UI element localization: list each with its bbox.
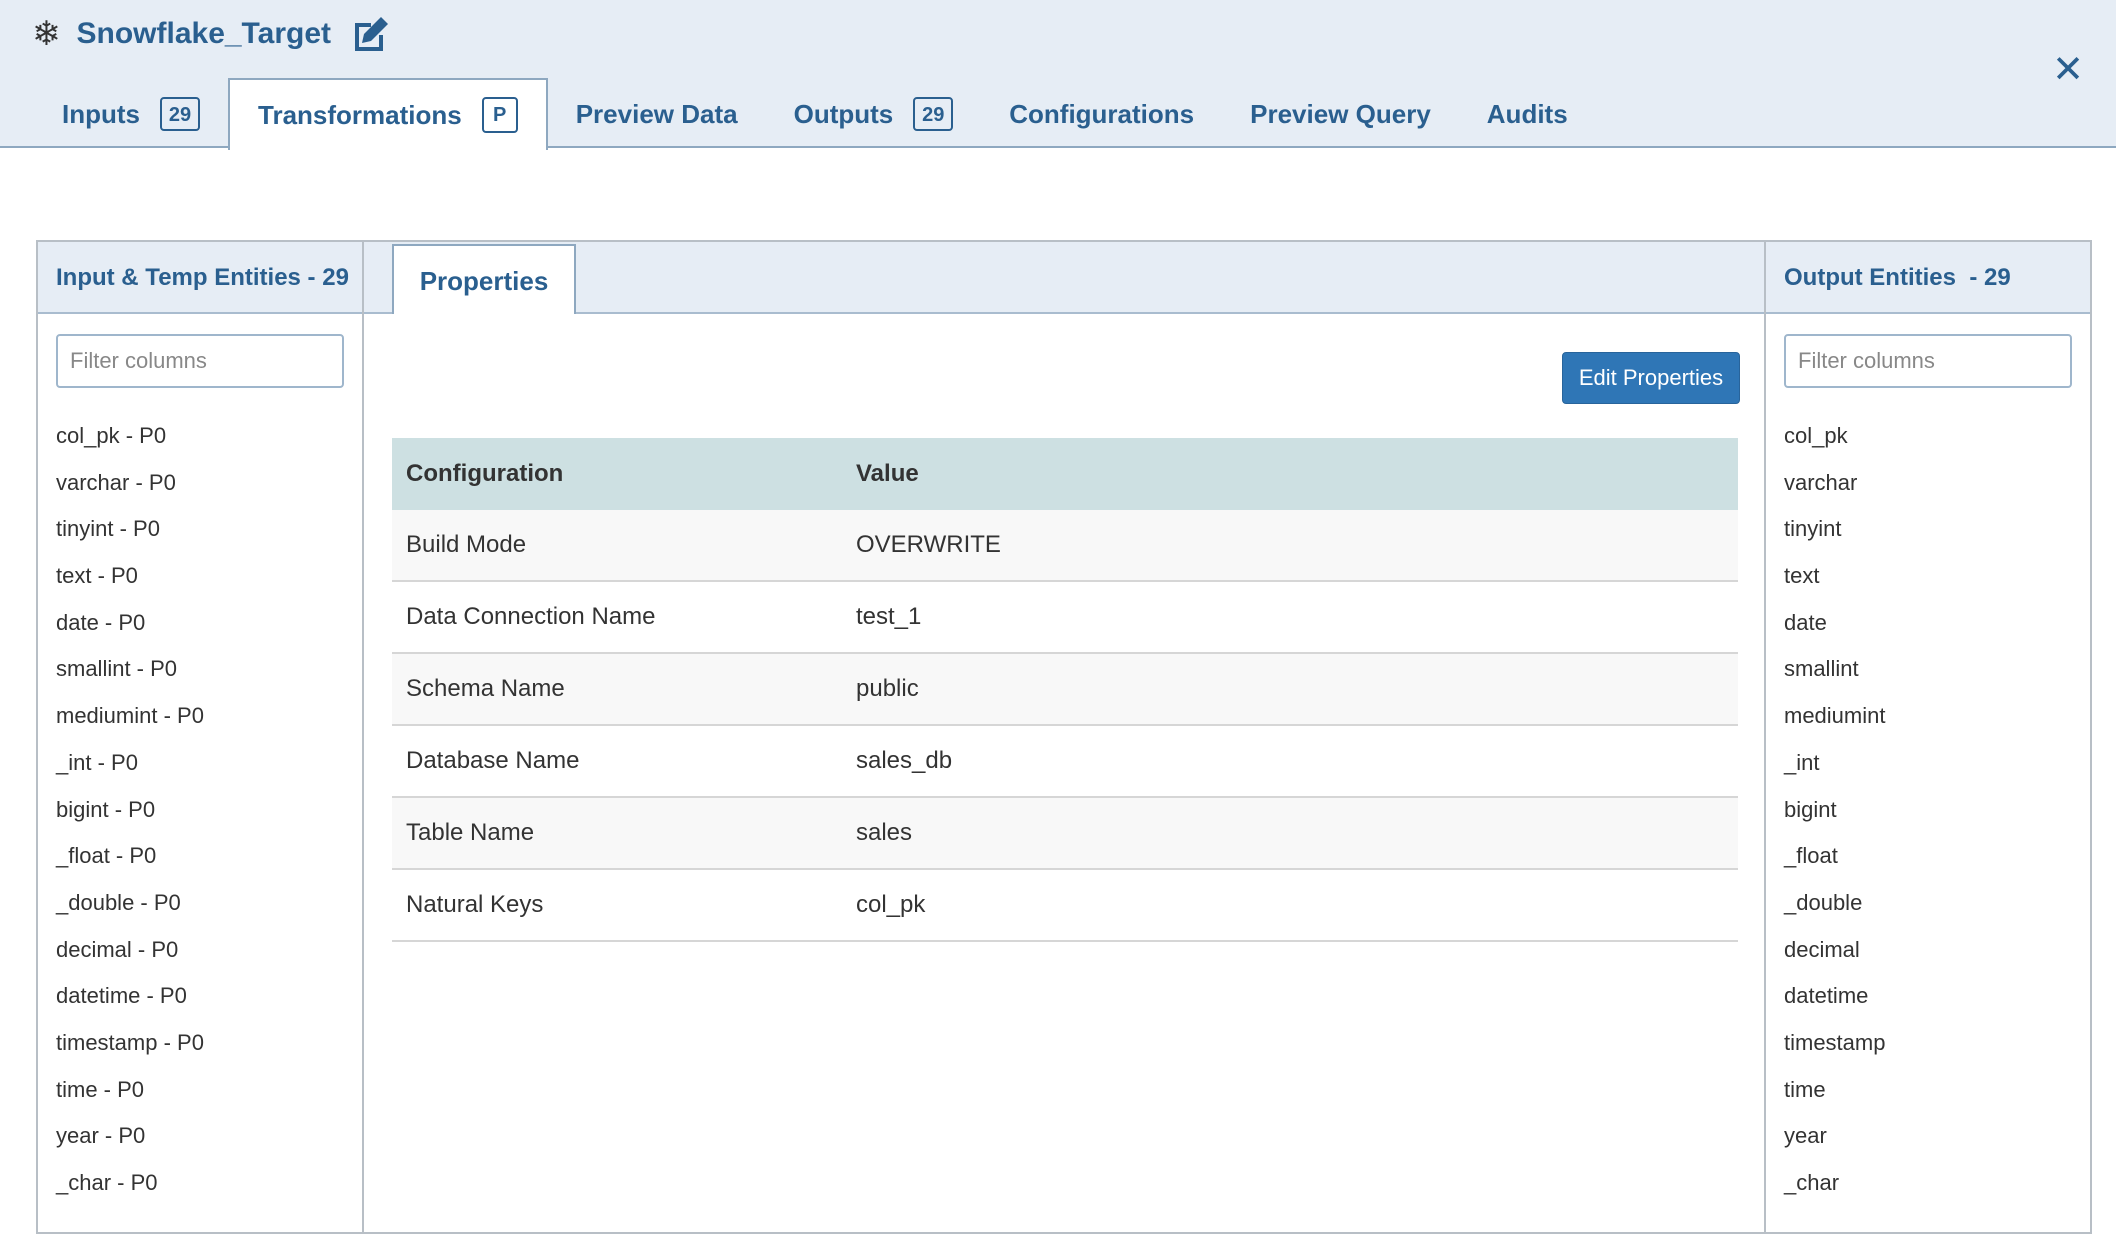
list-item[interactable]: timestamp - P0 — [56, 1029, 204, 1076]
list-item[interactable]: _double — [1784, 889, 1885, 936]
list-item[interactable]: col_pk - P0 — [56, 422, 204, 469]
config-name: Schema Name — [392, 653, 842, 726]
config-value: col_pk — [842, 869, 1738, 942]
panel-header: Properties — [364, 242, 1766, 314]
tab-outputs[interactable]: Outputs 29 — [766, 80, 982, 148]
config-value: test_1 — [842, 581, 1738, 654]
input-column-list: col_pk - P0 varchar - P0 tinyint - P0 te… — [56, 422, 204, 1216]
page-title: Snowflake_Target — [76, 17, 332, 50]
edit-icon[interactable] — [351, 15, 391, 53]
tab-preview-data[interactable]: Preview Data — [548, 80, 766, 148]
table-header-row: Configuration Value — [392, 438, 1738, 510]
output-column-list: col_pk varchar tinyint text date smallin… — [1784, 422, 1885, 1216]
list-item[interactable]: _float - P0 — [56, 842, 204, 889]
status-badge: P — [481, 97, 518, 133]
header: ❄ Snowflake_Target ✕ Inputs 29 Transform… — [0, 0, 2116, 150]
count-badge: 29 — [160, 97, 200, 131]
count-badge: 29 — [913, 97, 954, 131]
config-value: OVERWRITE — [842, 510, 1738, 582]
input-filter-field[interactable] — [56, 334, 344, 388]
list-item[interactable]: time — [1784, 1076, 1885, 1123]
list-item[interactable]: varchar - P0 — [56, 469, 204, 516]
list-item[interactable]: col_pk — [1784, 422, 1885, 469]
config-name: Data Connection Name — [392, 581, 842, 654]
tab-label: Inputs — [62, 98, 140, 129]
list-item[interactable]: date — [1784, 609, 1885, 656]
tab-label: Transformations — [258, 99, 462, 130]
config-name: Build Mode — [392, 510, 842, 582]
panel-header: Output Entities - 29 — [1766, 242, 2090, 314]
output-filter-field[interactable] — [1784, 334, 2072, 388]
list-item[interactable]: _int - P0 — [56, 749, 204, 796]
tab-label: Audits — [1486, 98, 1568, 129]
tab-preview-query[interactable]: Preview Query — [1222, 80, 1459, 148]
list-item[interactable]: _int — [1784, 749, 1885, 796]
config-value: public — [842, 653, 1738, 726]
list-item[interactable]: tinyint — [1784, 515, 1885, 562]
list-item[interactable]: mediumint - P0 — [56, 702, 204, 749]
list-item[interactable]: time - P0 — [56, 1076, 204, 1123]
panel-title: Output Entities - 29 — [1784, 264, 2011, 291]
properties-panel: Properties Edit Properties Configuration… — [364, 242, 1766, 1232]
list-item[interactable]: mediumint — [1784, 702, 1885, 749]
list-item[interactable]: decimal — [1784, 936, 1885, 983]
table-row: Schema Name public — [392, 653, 1738, 726]
list-item[interactable]: decimal - P0 — [56, 936, 204, 983]
workspace: Input & Temp Entities - 29 col_pk - P0 v… — [36, 240, 2092, 1234]
column-header-value: Value — [842, 438, 1738, 510]
list-item[interactable]: year — [1784, 1122, 1885, 1169]
list-item[interactable]: smallint — [1784, 655, 1885, 702]
tab-audits[interactable]: Audits — [1459, 80, 1596, 148]
table-row: Table Name sales — [392, 797, 1738, 870]
config-value: sales — [842, 797, 1738, 870]
list-item[interactable]: date - P0 — [56, 609, 204, 656]
close-icon[interactable]: ✕ — [2048, 50, 2088, 90]
config-name: Natural Keys — [392, 869, 842, 942]
list-item[interactable]: bigint - P0 — [56, 796, 204, 843]
list-item[interactable]: bigint — [1784, 796, 1885, 843]
list-item[interactable]: text - P0 — [56, 562, 204, 609]
config-value: sales_db — [842, 725, 1738, 798]
input-entities-panel: Input & Temp Entities - 29 col_pk - P0 v… — [38, 242, 364, 1232]
panel-title: Input & Temp Entities - 29 — [56, 264, 349, 291]
list-item[interactable]: year - P0 — [56, 1122, 204, 1169]
list-item[interactable]: datetime — [1784, 982, 1885, 1029]
list-item[interactable]: varchar — [1784, 469, 1885, 516]
output-entities-panel: Output Entities - 29 col_pk varchar tiny… — [1764, 242, 2090, 1232]
tab-label: Preview Data — [575, 98, 738, 129]
tab-transformations[interactable]: Transformations P — [228, 78, 548, 150]
list-item[interactable]: timestamp — [1784, 1029, 1885, 1076]
list-item[interactable]: _char - P0 — [56, 1169, 204, 1216]
edit-properties-button[interactable]: Edit Properties — [1562, 352, 1740, 404]
tab-properties[interactable]: Properties — [392, 244, 576, 314]
config-name: Table Name — [392, 797, 842, 870]
list-item[interactable]: _double - P0 — [56, 889, 204, 936]
column-header-configuration: Configuration — [392, 438, 842, 510]
list-item[interactable]: tinyint - P0 — [56, 515, 204, 562]
table-row: Database Name sales_db — [392, 725, 1738, 798]
table-row: Natural Keys col_pk — [392, 869, 1738, 942]
tab-inputs[interactable]: Inputs 29 — [34, 80, 228, 148]
config-name: Database Name — [392, 725, 842, 798]
tab-configurations[interactable]: Configurations — [981, 80, 1222, 148]
table-row: Build Mode OVERWRITE — [392, 510, 1738, 582]
title-row: ❄ Snowflake_Target — [32, 12, 391, 56]
table-row: Data Connection Name test_1 — [392, 581, 1738, 654]
panel-header: Input & Temp Entities - 29 — [38, 242, 362, 314]
list-item[interactable]: _char — [1784, 1169, 1885, 1216]
tab-label: Configurations — [1009, 98, 1195, 129]
list-item[interactable]: _float — [1784, 842, 1885, 889]
list-item[interactable]: smallint - P0 — [56, 655, 204, 702]
tab-label: Preview Query — [1250, 98, 1431, 129]
list-item[interactable]: datetime - P0 — [56, 982, 204, 1029]
tab-bar: Inputs 29 Transformations P Preview Data… — [34, 78, 1596, 150]
snowflake-icon: ❄ — [32, 15, 61, 53]
configuration-table: Configuration Value Build Mode OVERWRITE… — [392, 438, 1738, 942]
tab-label: Outputs — [793, 98, 894, 129]
list-item[interactable]: text — [1784, 562, 1885, 609]
